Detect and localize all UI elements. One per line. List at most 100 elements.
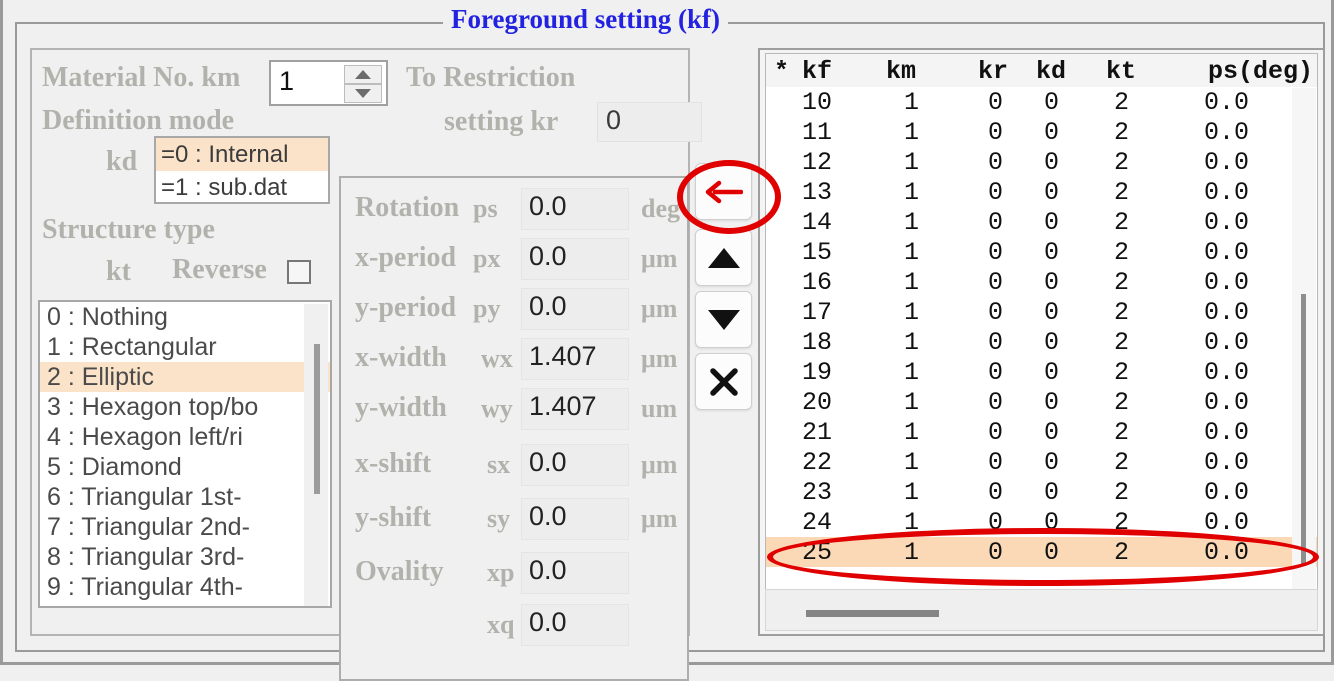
kt-label: kt bbox=[106, 256, 131, 287]
cell-ps: 0.0 bbox=[1204, 268, 1250, 297]
move-up-button[interactable] bbox=[695, 229, 752, 286]
param-label-x-period: x-period bbox=[355, 242, 457, 273]
move-down-button[interactable] bbox=[695, 291, 752, 348]
structure-list-item[interactable]: 5 : Diamond bbox=[40, 452, 330, 482]
param-row-y-shift: y-shift sy 0.0 μm bbox=[341, 498, 687, 550]
cell-kt: 2 bbox=[1114, 358, 1130, 387]
cell-kt: 2 bbox=[1114, 208, 1130, 237]
table-row[interactable]: 12 1 0 0 2 0.0 bbox=[766, 147, 1317, 177]
param-unit-wx: μm bbox=[641, 344, 678, 373]
stepper-buttons[interactable] bbox=[344, 65, 382, 103]
cell-kf: 20 bbox=[802, 388, 833, 417]
param-field-sy[interactable]: 0.0 bbox=[521, 498, 629, 540]
table-row[interactable]: 24 1 0 0 2 0.0 bbox=[766, 507, 1317, 537]
table-horizontal-scrollbar[interactable] bbox=[765, 589, 1318, 631]
param-field-wx[interactable]: 1.407 bbox=[521, 338, 629, 380]
kr-field[interactable]: 0 bbox=[597, 102, 702, 142]
structure-list-scroll-thumb[interactable] bbox=[314, 344, 320, 494]
structure-list-item[interactable]: 7 : Triangular 2nd- bbox=[40, 512, 330, 542]
table-row[interactable]: 21 1 0 0 2 0.0 bbox=[766, 417, 1317, 447]
structure-list-item[interactable]: 4 : Hexagon left/ri bbox=[40, 422, 330, 452]
cell-kt: 2 bbox=[1114, 388, 1130, 417]
kd-option-1[interactable]: =1 : sub.dat bbox=[156, 171, 328, 204]
cell-kf: 13 bbox=[802, 178, 833, 207]
structure-type-listbox[interactable]: 0 : Nothing 1 : Rectangular 2 : Elliptic… bbox=[38, 300, 332, 608]
structure-list-item[interactable]: 9 : Triangular 4th- bbox=[40, 572, 330, 602]
param-field-wy[interactable]: 1.407 bbox=[521, 388, 629, 430]
cell-km: 1 bbox=[904, 178, 920, 207]
cell-kt: 2 bbox=[1114, 268, 1130, 297]
param-label-ovality: Ovality bbox=[355, 556, 444, 587]
table-row[interactable]: 11 1 0 0 2 0.0 bbox=[766, 117, 1317, 147]
structure-list-item[interactable]: 0 : Nothing bbox=[40, 302, 330, 332]
table-row[interactable]: 18 1 0 0 2 0.0 bbox=[766, 327, 1317, 357]
table-row[interactable]: 22 1 0 0 2 0.0 bbox=[766, 447, 1317, 477]
param-unit-sy: μm bbox=[641, 504, 678, 533]
reverse-checkbox[interactable] bbox=[287, 260, 311, 284]
cell-ps: 0.0 bbox=[1204, 148, 1250, 177]
foreground-setting-window: Foreground setting (kf) Material No. km … bbox=[0, 0, 1334, 681]
table-row[interactable]: 14 1 0 0 2 0.0 bbox=[766, 207, 1317, 237]
table-header-km: km bbox=[886, 57, 917, 86]
structure-list-item[interactable]: 6 : Triangular 1st- bbox=[40, 482, 330, 512]
param-value-xp: 0.0 bbox=[529, 555, 567, 585]
param-value-wx: 1.407 bbox=[529, 341, 597, 371]
delete-row-button[interactable] bbox=[695, 353, 752, 410]
cell-kr: 0 bbox=[988, 88, 1004, 117]
param-value-sx: 0.0 bbox=[529, 447, 567, 477]
table-row[interactable]: 16 1 0 0 2 0.0 bbox=[766, 267, 1317, 297]
cell-kr: 0 bbox=[988, 208, 1004, 237]
param-row-x-period: x-period px 0.0 μm bbox=[341, 238, 687, 290]
param-symbol-wy: wy bbox=[481, 394, 513, 423]
cell-kd: 0 bbox=[1044, 88, 1060, 117]
cell-ps: 0.0 bbox=[1204, 208, 1250, 237]
param-unit-px: μm bbox=[641, 244, 678, 273]
material-definition-panel: Material No. km 1 To Restriction setting… bbox=[30, 48, 702, 681]
param-field-ps[interactable]: 0.0 bbox=[521, 188, 629, 230]
stepper-down-button[interactable] bbox=[344, 84, 382, 103]
param-value-wy: 1.407 bbox=[529, 391, 597, 421]
table-row[interactable]: 19 1 0 0 2 0.0 bbox=[766, 357, 1317, 387]
structure-list-item[interactable]: 2 : Elliptic bbox=[40, 362, 330, 392]
table-row[interactable]: 17 1 0 0 2 0.0 bbox=[766, 297, 1317, 327]
kd-listbox[interactable]: =0 : Internal =1 : sub.dat bbox=[154, 136, 330, 204]
param-field-xp[interactable]: 0.0 bbox=[521, 552, 629, 594]
cell-kd: 0 bbox=[1044, 508, 1060, 537]
up-triangle-icon bbox=[707, 247, 740, 268]
cell-km: 1 bbox=[904, 238, 920, 267]
table-vertical-scroll-thumb[interactable] bbox=[1301, 294, 1306, 566]
param-value-xq: 0.0 bbox=[529, 607, 567, 637]
cell-kr: 0 bbox=[988, 358, 1004, 387]
kd-option-0[interactable]: =0 : Internal bbox=[156, 138, 328, 171]
param-field-px[interactable]: 0.0 bbox=[521, 238, 629, 280]
param-field-xq[interactable]: 0.0 bbox=[521, 604, 629, 646]
table-horizontal-scroll-thumb[interactable] bbox=[806, 610, 939, 617]
param-field-py[interactable]: 0.0 bbox=[521, 288, 629, 330]
move-left-button[interactable] bbox=[695, 163, 752, 220]
table-row[interactable]: 20 1 0 0 2 0.0 bbox=[766, 387, 1317, 417]
kr-value: 0 bbox=[606, 105, 622, 135]
structure-list-item[interactable]: 3 : Hexagon top/bo bbox=[40, 392, 330, 422]
cell-km: 1 bbox=[904, 208, 920, 237]
cell-kf: 22 bbox=[802, 448, 833, 477]
cell-kt: 2 bbox=[1114, 88, 1130, 117]
table-row-selected[interactable]: 25 1 0 0 2 0.0 bbox=[766, 537, 1317, 567]
to-restriction-label-line2: setting kr bbox=[444, 106, 559, 137]
structure-list-item[interactable]: 8 : Triangular 3rd- bbox=[40, 542, 330, 572]
cell-kt: 2 bbox=[1114, 538, 1130, 567]
table-row[interactable]: 15 1 0 0 2 0.0 bbox=[766, 237, 1317, 267]
param-value-px: 0.0 bbox=[529, 241, 567, 271]
stepper-up-button[interactable] bbox=[344, 65, 382, 84]
cell-km: 1 bbox=[904, 358, 920, 387]
kf-table[interactable]: * kf km kr kd kt ps(deg) 10 1 0 0 2 0.0 bbox=[765, 53, 1318, 628]
table-row[interactable]: 23 1 0 0 2 0.0 bbox=[766, 477, 1317, 507]
material-no-stepper[interactable]: 1 bbox=[269, 60, 388, 106]
cell-kr: 0 bbox=[988, 328, 1004, 357]
cell-kr: 0 bbox=[988, 388, 1004, 417]
cell-kd: 0 bbox=[1044, 238, 1060, 267]
structure-list-item[interactable]: 1 : Rectangular bbox=[40, 332, 330, 362]
table-row[interactable]: 13 1 0 0 2 0.0 bbox=[766, 177, 1317, 207]
param-field-sx[interactable]: 0.0 bbox=[521, 444, 629, 486]
table-row[interactable]: 10 1 0 0 2 0.0 bbox=[766, 87, 1317, 117]
cell-kt: 2 bbox=[1114, 178, 1130, 207]
